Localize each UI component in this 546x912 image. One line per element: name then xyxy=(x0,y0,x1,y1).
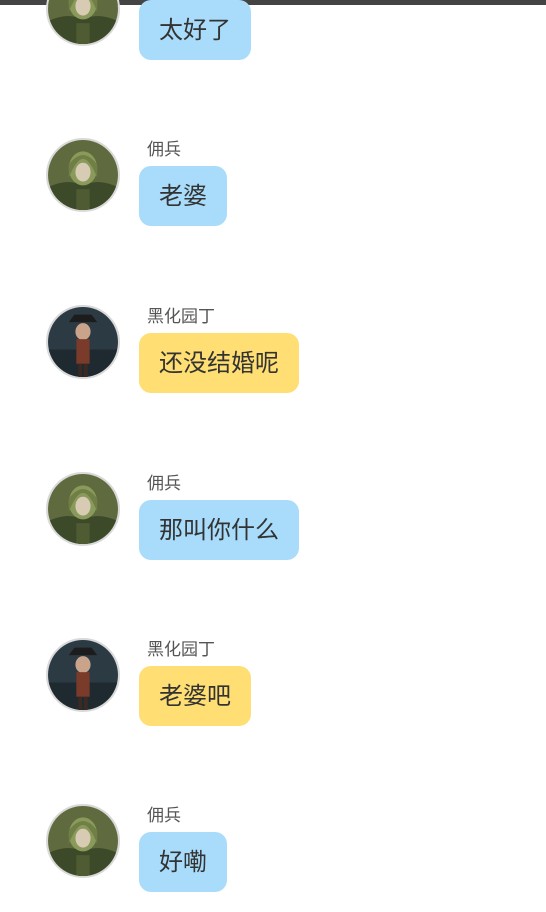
mercenary-avatar[interactable] xyxy=(46,138,120,212)
message-bubble[interactable]: 老婆 xyxy=(139,166,227,226)
dark-gardener-avatar[interactable] xyxy=(46,638,120,712)
chat-message: 黑化园丁 还没结婚呢 xyxy=(0,305,546,405)
mercenary-avatar[interactable] xyxy=(46,804,120,878)
chat-list[interactable]: 太好了 佣兵 老婆 黑化园丁 还没结婚呢 佣兵 那叫你什么 黑化园丁 老婆吧 佣… xyxy=(0,0,546,912)
chat-message: 太好了 xyxy=(0,0,546,100)
chat-message: 黑化园丁 老婆吧 xyxy=(0,638,546,738)
dark-gardener-avatar[interactable] xyxy=(46,305,120,379)
sender-name: 佣兵 xyxy=(147,140,181,160)
mercenary-avatar[interactable] xyxy=(46,472,120,546)
sender-name: 黑化园丁 xyxy=(147,307,215,327)
sender-name: 佣兵 xyxy=(147,806,181,826)
sender-name: 佣兵 xyxy=(147,474,181,494)
sender-name: 黑化园丁 xyxy=(147,640,215,660)
message-bubble[interactable]: 那叫你什么 xyxy=(139,500,299,560)
mercenary-avatar[interactable] xyxy=(46,0,120,46)
message-bubble[interactable]: 老婆吧 xyxy=(139,666,251,726)
message-bubble[interactable]: 太好了 xyxy=(139,0,251,60)
message-bubble[interactable]: 好嘞 xyxy=(139,832,227,892)
chat-message: 佣兵 好嘞 xyxy=(0,804,546,904)
chat-message: 佣兵 老婆 xyxy=(0,138,546,238)
chat-message: 佣兵 那叫你什么 xyxy=(0,472,546,572)
message-bubble[interactable]: 还没结婚呢 xyxy=(139,333,299,393)
